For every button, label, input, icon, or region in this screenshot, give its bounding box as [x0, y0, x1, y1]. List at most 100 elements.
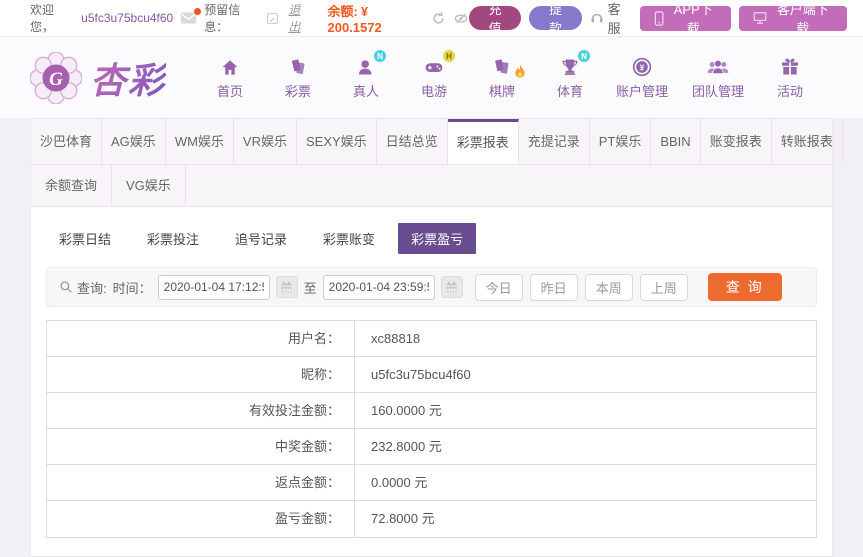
app-download-label: APP下载 [669, 0, 717, 37]
nav-item-home[interactable]: 首页 [208, 55, 252, 100]
app-download-button[interactable]: APP下载 [640, 6, 732, 31]
nav-label: 电游 [421, 81, 447, 100]
balance-label: 余额: [327, 4, 357, 19]
query-bar: 查询: 时间： 至 今日 昨日 本周 上周 查 询 [46, 267, 817, 307]
subtab-lottery-bets[interactable]: 彩票投注 [134, 223, 212, 254]
report-tabs-row-1: 沙巴体育 AG娱乐 WM娱乐 VR娱乐 SEXY娱乐 日结总览 彩票报表 充提记… [31, 118, 832, 165]
nav-label: 体育 [557, 81, 583, 100]
main-panel: 沙巴体育 AG娱乐 WM娱乐 VR娱乐 SEXY娱乐 日结总览 彩票报表 充提记… [30, 118, 833, 557]
logout-link[interactable]: 退出 [288, 1, 310, 35]
tab-transfer-report[interactable]: 转账报表 [772, 119, 843, 164]
team-icon [706, 57, 730, 77]
tab-daily-summary[interactable]: 日结总览 [377, 119, 448, 164]
tab-wm[interactable]: WM娱乐 [166, 119, 234, 164]
tab-ag[interactable]: AG娱乐 [102, 119, 166, 164]
row-label-winning-amount: 中奖金额： [47, 429, 355, 464]
last-week-button[interactable]: 上周 [640, 274, 688, 301]
calendar-icon[interactable] [276, 276, 298, 298]
search-icon [59, 280, 73, 294]
home-icon [220, 58, 240, 77]
new-badge: N [374, 50, 386, 62]
nav-label: 团队管理 [692, 81, 744, 100]
subtab-lottery-daily[interactable]: 彩票日结 [46, 223, 124, 254]
nav-item-lottery[interactable]: 彩票 [276, 55, 320, 100]
nav-item-promotions[interactable]: 活动 [768, 55, 812, 100]
tab-vr[interactable]: VR娱乐 [234, 119, 297, 164]
subtab-chase-records[interactable]: 追号记录 [222, 223, 300, 254]
row-label-username: 用户名： [47, 321, 355, 356]
withdraw-button[interactable]: 提款 [529, 6, 581, 30]
nav-label: 真人 [353, 81, 379, 100]
row-value-profit-loss-amount: 72.8000 元 [355, 501, 435, 537]
this-week-button[interactable]: 本周 [585, 274, 633, 301]
nav-label: 彩票 [285, 81, 311, 100]
query-label: 查询: [77, 278, 107, 297]
tab-deposit-withdraw-records[interactable]: 充提记录 [519, 119, 590, 164]
phone-icon [654, 11, 664, 26]
nav-label: 棋牌 [489, 81, 515, 100]
eye-off-icon[interactable] [453, 11, 469, 26]
nav-item-team[interactable]: 团队管理 [692, 55, 744, 100]
edit-icon[interactable] [266, 12, 279, 25]
table-row: 有效投注金额： 160.0000 元 [47, 393, 816, 429]
customer-service-link[interactable]: 客服 [590, 0, 632, 37]
subtab-lottery-profit-loss[interactable]: 彩票盈亏 [398, 223, 476, 254]
svg-text:G: G [49, 69, 63, 90]
tab-sexy[interactable]: SEXY娱乐 [297, 119, 377, 164]
nav-label: 活动 [777, 81, 803, 100]
nav-item-egames[interactable]: H 电游 [412, 55, 456, 100]
today-button[interactable]: 今日 [475, 274, 523, 301]
date-range-to-label: 至 [304, 278, 317, 297]
table-row: 中奖金额： 232.8000 元 [47, 429, 816, 465]
logo-flower-icon: G [30, 52, 82, 104]
row-label-rebate-amount: 返点金额： [47, 465, 355, 500]
tab-vg[interactable]: VG娱乐 [112, 165, 186, 206]
client-download-button[interactable]: 客户端下载 [739, 6, 847, 31]
site-logo[interactable]: G 杏彩 [30, 52, 166, 104]
header: G 杏彩 首页 彩票 N 真人 H 电游 [0, 37, 863, 118]
nav-item-boardgames[interactable]: 棋牌 [480, 55, 524, 100]
tab-shaba-sports[interactable]: 沙巴体育 [31, 119, 102, 164]
query-label-wrap: 查询: [59, 278, 107, 297]
recharge-button[interactable]: 充值 [469, 6, 521, 30]
report-tabs-row-2: 余额查询 VG娱乐 [31, 165, 832, 207]
date-from-input[interactable] [158, 275, 270, 300]
tab-account-change-report[interactable]: 账变报表 [701, 119, 772, 164]
time-label: 时间： [113, 278, 152, 297]
nav-item-live[interactable]: N 真人 [344, 55, 388, 100]
refresh-icon[interactable] [431, 11, 446, 26]
tab-pt[interactable]: PT娱乐 [590, 119, 652, 164]
row-value-winning-amount: 232.8000 元 [355, 429, 442, 464]
table-row: 昵称： u5fc3u75bcu4f60 [47, 357, 816, 393]
monitor-icon [753, 11, 767, 25]
nav-label: 首页 [217, 81, 243, 100]
row-value-rebate-amount: 0.0000 元 [355, 465, 427, 500]
flame-icon [513, 64, 527, 80]
mail-icon[interactable] [180, 11, 197, 25]
profit-loss-table: 用户名： xc88818 昵称： u5fc3u75bcu4f60 有效投注金额：… [46, 320, 817, 538]
tab-bbin[interactable]: BBIN [651, 119, 700, 164]
customer-service-label: 客服 [608, 0, 632, 37]
calendar-icon[interactable] [441, 276, 463, 298]
row-value-username: xc88818 [355, 321, 420, 356]
reserved-info-label: 预留信息： [204, 1, 259, 35]
query-submit-button[interactable]: 查 询 [708, 273, 782, 301]
tab-lottery-report[interactable]: 彩票报表 [448, 119, 519, 164]
row-value-valid-bet-amount: 160.0000 元 [355, 393, 442, 428]
date-to-input[interactable] [323, 275, 435, 300]
tab-balance-query[interactable]: 余额查询 [31, 165, 112, 206]
yesterday-button[interactable]: 昨日 [530, 274, 578, 301]
person-icon [356, 57, 376, 77]
new-badge: N [578, 50, 590, 62]
subtab-lottery-account-change[interactable]: 彩票账变 [310, 223, 388, 254]
hot-badge: H [443, 50, 455, 62]
username-text: u5fc3u75bcu4f60 [81, 11, 173, 25]
logo-text: 杏彩 [90, 52, 166, 104]
gamepad-icon [423, 57, 445, 77]
headset-icon [590, 11, 604, 25]
balance: 余额:¥ 200.1572 [327, 1, 417, 35]
nav-item-sports[interactable]: N 体育 [548, 55, 592, 100]
cards-icon [492, 57, 512, 77]
client-download-label: 客户端下载 [772, 0, 833, 37]
nav-item-account[interactable]: ¥ 账户管理 [616, 55, 668, 100]
